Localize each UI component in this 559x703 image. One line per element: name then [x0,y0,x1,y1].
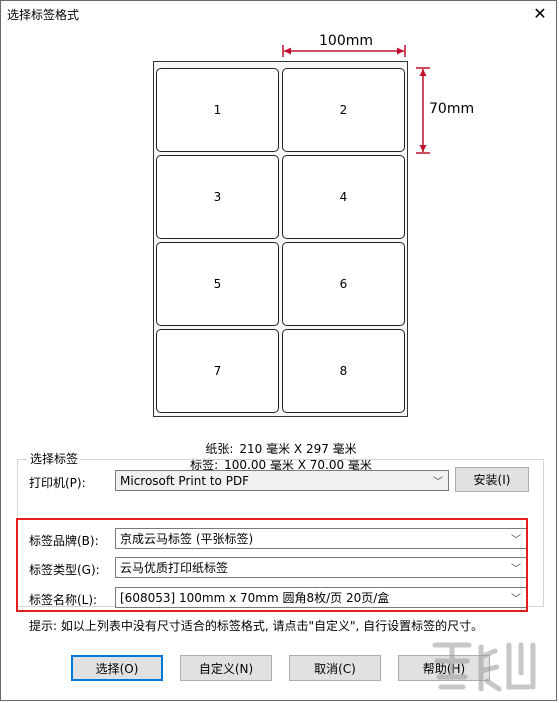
paper-size-value: 210 毫米 X 297 毫米 [239,442,357,456]
label-cell: 1 [156,68,279,152]
label-cell: 8 [282,329,405,413]
title-bar: 选择标签格式 ✕ [1,1,556,27]
select-button[interactable]: 选择(O) [71,655,163,681]
paper-size-label: 纸张: [205,442,234,456]
group-title: 选择标签 [27,450,82,467]
label-cell: 5 [156,242,279,326]
width-dimension-label: 100mm [319,33,373,49]
height-dimension-arrow [416,67,430,154]
printer-select-value: Microsoft Print to PDF [120,473,250,488]
highlight-box [16,518,528,612]
label-cell: 6 [282,242,405,326]
select-label-format-dialog: 选择标签格式 ✕ 100mm 70mm 1 2 3 4 5 6 7 8 纸张: … [0,0,557,701]
label-cell: 7 [156,329,279,413]
label-cell: 3 [156,155,279,239]
label-cell: 4 [282,155,405,239]
printer-label: 打印机(P): [29,476,86,490]
height-dimension-label: 70mm [429,101,475,117]
paper-preview: 1 2 3 4 5 6 7 8 [153,61,408,417]
install-button[interactable]: 安装(I) [455,467,529,492]
hint-text: 提示: 如以上列表中没有尺寸适合的标签格式, 请点击"自定义", 自行设置标签的… [29,619,484,633]
chevron-down-icon: ﹀ [433,477,443,488]
watermark-logo [432,642,536,692]
label-cell: 2 [282,68,405,152]
custom-button[interactable]: 自定义(N) [180,655,272,681]
cancel-button[interactable]: 取消(C) [289,655,381,681]
close-icon[interactable]: ✕ [532,6,548,22]
printer-select[interactable]: Microsoft Print to PDF ﹀ [115,470,449,491]
dialog-title: 选择标签格式 [7,7,80,22]
